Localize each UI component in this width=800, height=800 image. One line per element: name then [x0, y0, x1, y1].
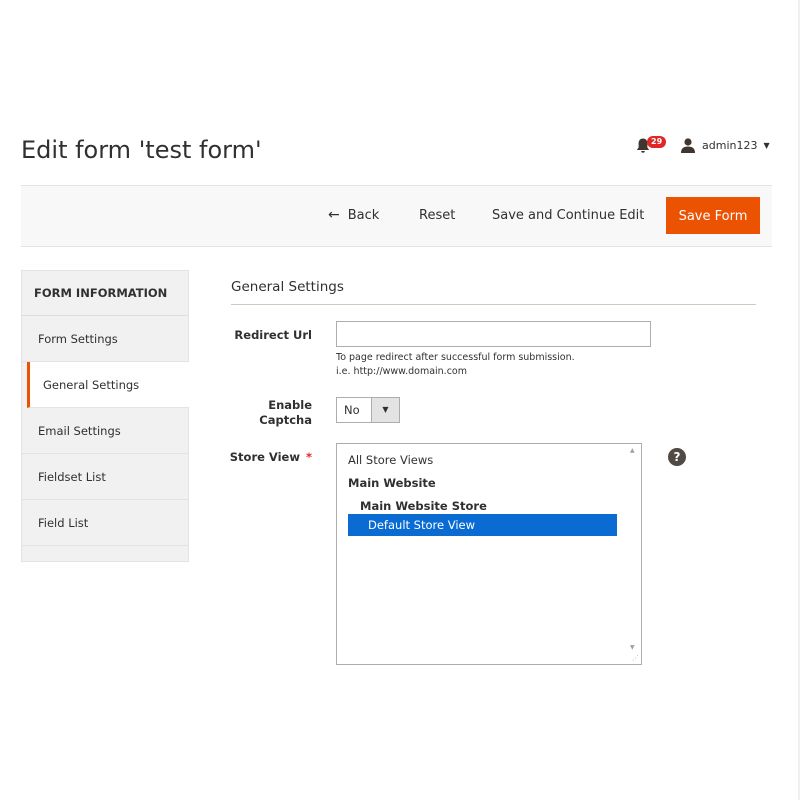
enable-captcha-label-line2: Captcha: [259, 413, 312, 427]
section-divider: [231, 304, 756, 305]
redirect-url-note-line1: To page redirect after successful form s…: [336, 352, 575, 363]
store-view-label: Store View *: [212, 450, 312, 465]
user-menu[interactable]: admin123 ▼: [680, 136, 770, 154]
username: admin123: [702, 138, 758, 152]
sidebar-item-general-settings[interactable]: General Settings: [27, 362, 189, 408]
store-view-option-all[interactable]: All Store Views: [348, 453, 433, 467]
redirect-url-note: To page redirect after successful form s…: [336, 351, 575, 379]
sidebar-item-field-list[interactable]: Field List: [22, 500, 188, 546]
enable-captcha-label-line1: Enable: [268, 398, 312, 412]
store-view-multiselect[interactable]: All Store Views Main Website Main Websit…: [336, 443, 642, 665]
back-button[interactable]: ← Back: [328, 197, 379, 234]
redirect-url-label: Redirect Url: [234, 328, 312, 342]
back-button-label: Back: [347, 208, 380, 223]
enable-captcha-select[interactable]: No ▼: [336, 397, 400, 423]
arrow-left-icon: ←: [328, 207, 340, 223]
reset-button[interactable]: Reset: [419, 197, 455, 234]
question-circle-icon[interactable]: ?: [668, 448, 686, 466]
sidebar-item-form-settings[interactable]: Form Settings: [22, 316, 188, 362]
save-form-button[interactable]: Save Form: [666, 197, 760, 234]
scroll-up-icon[interactable]: ▲: [630, 447, 635, 454]
save-and-continue-button[interactable]: Save and Continue Edit: [492, 197, 644, 234]
scroll-down-icon[interactable]: ▼: [630, 644, 635, 651]
page-title: Edit form 'test form': [21, 136, 262, 164]
caret-down-icon: ▼: [763, 140, 770, 150]
redirect-url-input[interactable]: [336, 321, 651, 347]
redirect-url-note-line2: i.e. http://www.domain.com: [336, 366, 467, 377]
sidebar-title: FORM INFORMATION: [22, 271, 188, 316]
section-title: General Settings: [231, 279, 344, 295]
enable-captcha-label: Enable Captcha: [212, 398, 312, 428]
notification-count-badge[interactable]: 29: [647, 136, 667, 148]
sidebar-item-fieldset-list[interactable]: Fieldset List: [22, 454, 188, 500]
enable-captcha-selected-value: No: [344, 403, 360, 417]
store-view-label-text: Store View: [229, 450, 300, 464]
resize-grip-icon[interactable]: ⋰: [632, 654, 639, 662]
multiselect-scrollbar[interactable]: ▲ ▼: [628, 445, 640, 663]
sidebar-item-email-settings[interactable]: Email Settings: [22, 408, 188, 454]
store-view-option-default[interactable]: Default Store View: [348, 514, 617, 536]
page-actions-toolbar: ← Back Reset Save and Continue Edit Save …: [21, 185, 772, 247]
user-icon: [681, 138, 695, 153]
store-view-group-main-website-store: Main Website Store: [360, 499, 487, 513]
dropdown-arrow-icon[interactable]: ▼: [371, 398, 399, 422]
form-information-sidebar: FORM INFORMATION Form Settings General S…: [21, 270, 189, 562]
required-asterisk: *: [305, 450, 312, 464]
store-view-group-main-website: Main Website: [348, 476, 436, 490]
